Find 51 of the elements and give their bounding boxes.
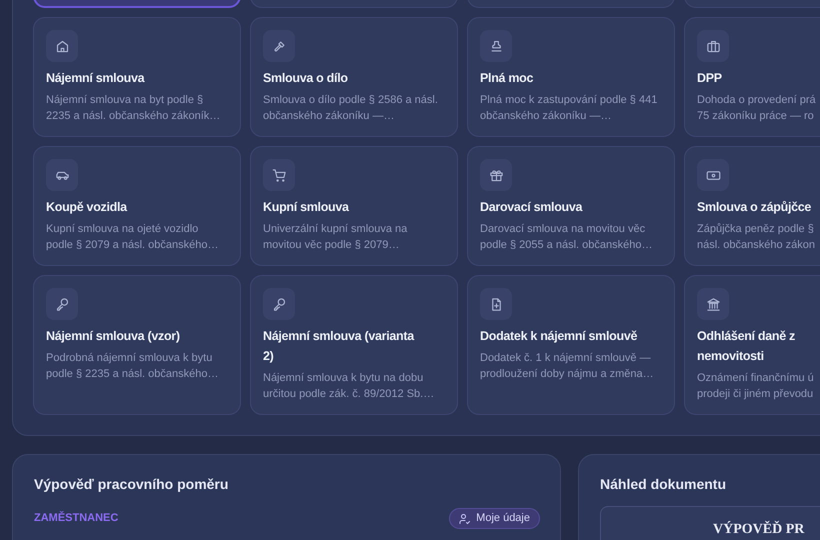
card-title: Dodatek k nájemní smlouvě — [480, 328, 638, 345]
bank-building-icon — [706, 296, 720, 312]
card-description: Smlouva o dílo podle § 2586 a násl. občanského zákoníku —… — [263, 93, 439, 124]
cart-icon — [272, 168, 286, 182]
card-description: Univerzální kupní smlouva na movitou věc podle § 2079… — [263, 222, 408, 253]
card-title: Darovací smlouva — [480, 199, 584, 216]
card-title: Nájemní smlouva (vzor) — [46, 328, 181, 345]
card-description: Darovací smlouva na movitou věc podle § 2055 a násl. občanského… — [480, 222, 654, 253]
card-title: Nájemní smlouva (varianta 2) — [263, 328, 416, 365]
template-card[interactable]: Nájemní smlouva (varianta 2) Nájemní smlouva k bytu na dobu určitou podle zák. č. 89/2012 Sb.… — [250, 275, 458, 415]
card-description: Plná moc k zastupování podle § 441 občanského zákoníku —… — [480, 93, 658, 124]
hammer-icon — [272, 38, 286, 54]
card-description: Podrobná nájemní smlouva k bytu podle § 2235 a násl. občanského… — [46, 351, 220, 382]
document-heading: VÝPOVĚĎ PR — [713, 522, 804, 537]
template-card[interactable]: Nájemní smlouva Nájemní smlouva na byt podle § 2235 a násl. občanského zákoník… — [33, 17, 241, 137]
template-card[interactable]: Smlouva o dílo Smlouva o dílo podle § 2586 a násl. občanského zákoníku —… — [250, 17, 458, 137]
card-description: Zápůjčka peněz podle § násl. občanského zákon — [697, 222, 816, 253]
template-card[interactable]: Nájemní smlouva (vzor) Podrobná nájemní smlouva k bytu podle § 2235 a násl. občanského… — [33, 275, 241, 415]
card-description: Nájemní smlouva na byt podle § 2235 a násl. občanského zákoník… — [46, 93, 222, 124]
stamp-icon — [488, 38, 504, 54]
card-description: Kupní smlouva na ojeté vozidlo podle § 2079 a násl. občanského… — [46, 222, 220, 253]
user-check-icon — [459, 512, 472, 524]
card-description: Dodatek č. 1 k nájemní smlouvě — prodloužení doby nájmu a změna… — [480, 351, 655, 382]
key-icon — [54, 296, 70, 312]
card-title: Plná moc — [480, 70, 534, 87]
card-title: Nájemní smlouva — [46, 70, 146, 87]
card-title: Smlouva o dílo — [263, 70, 349, 87]
card-title: Smlouva o zápůjčce — [697, 199, 812, 216]
card-description: Dohoda o provedení prá 75 zákoníku práce — ro — [697, 93, 817, 124]
template-card[interactable]: Kupní smlouva Univerzální kupní smlouva na movitou věc podle § 2079… — [250, 146, 458, 266]
card-description: Oznámení finančnímu ú prodeji či jiném převodu — [697, 371, 815, 402]
card-title: Koupě vozidla — [46, 199, 128, 216]
section-label: ZAMĚSTNANEC — [34, 510, 118, 526]
gift-icon — [488, 168, 504, 182]
my-data-button[interactable]: Moje údaje — [449, 508, 540, 529]
card-title: DPP — [697, 70, 723, 87]
template-card[interactable]: Odhlášení daně z nemovitosti Oznámení finančnímu ú prodeji či jiném převodu — [684, 275, 820, 415]
card-title: Odhlášení daně z nemovitosti — [697, 328, 796, 365]
template-card[interactable]: DPP Dohoda o provedení prá 75 zákoníku práce — ro — [684, 17, 820, 137]
briefcase-icon — [706, 38, 720, 54]
template-card[interactable]: Darovací smlouva Darovací smlouva na movitou věc podle § 2055 a násl. občanského… — [467, 146, 675, 266]
house-icon — [54, 38, 70, 54]
panel-title: Náhled dokumentu — [600, 475, 728, 494]
template-card[interactable]: Plná moc Plná moc k zastupování podle § 441 občanského zákoníku —… — [467, 17, 675, 137]
template-card[interactable]: Koupě vozidla Kupní smlouva na ojeté vozidlo podle § 2079 a násl. občanského… — [33, 146, 241, 266]
card-description: Nájemní smlouva k bytu na dobu určitou podle zák. č. 89/2012 Sb.… — [263, 371, 436, 402]
template-card[interactable]: Dodatek k nájemní smlouvě Dodatek č. 1 k nájemní smlouvě — prodloužení doby nájmu a změna… — [467, 275, 675, 415]
card-title: Kupní smlouva — [263, 199, 350, 216]
template-card[interactable]: Smlouva o zápůjčce Zápůjčka peněz podle § násl. občanského zákon — [684, 146, 820, 266]
panel-title: Výpověď pracovního poměru — [34, 475, 230, 494]
key-icon — [272, 296, 286, 312]
